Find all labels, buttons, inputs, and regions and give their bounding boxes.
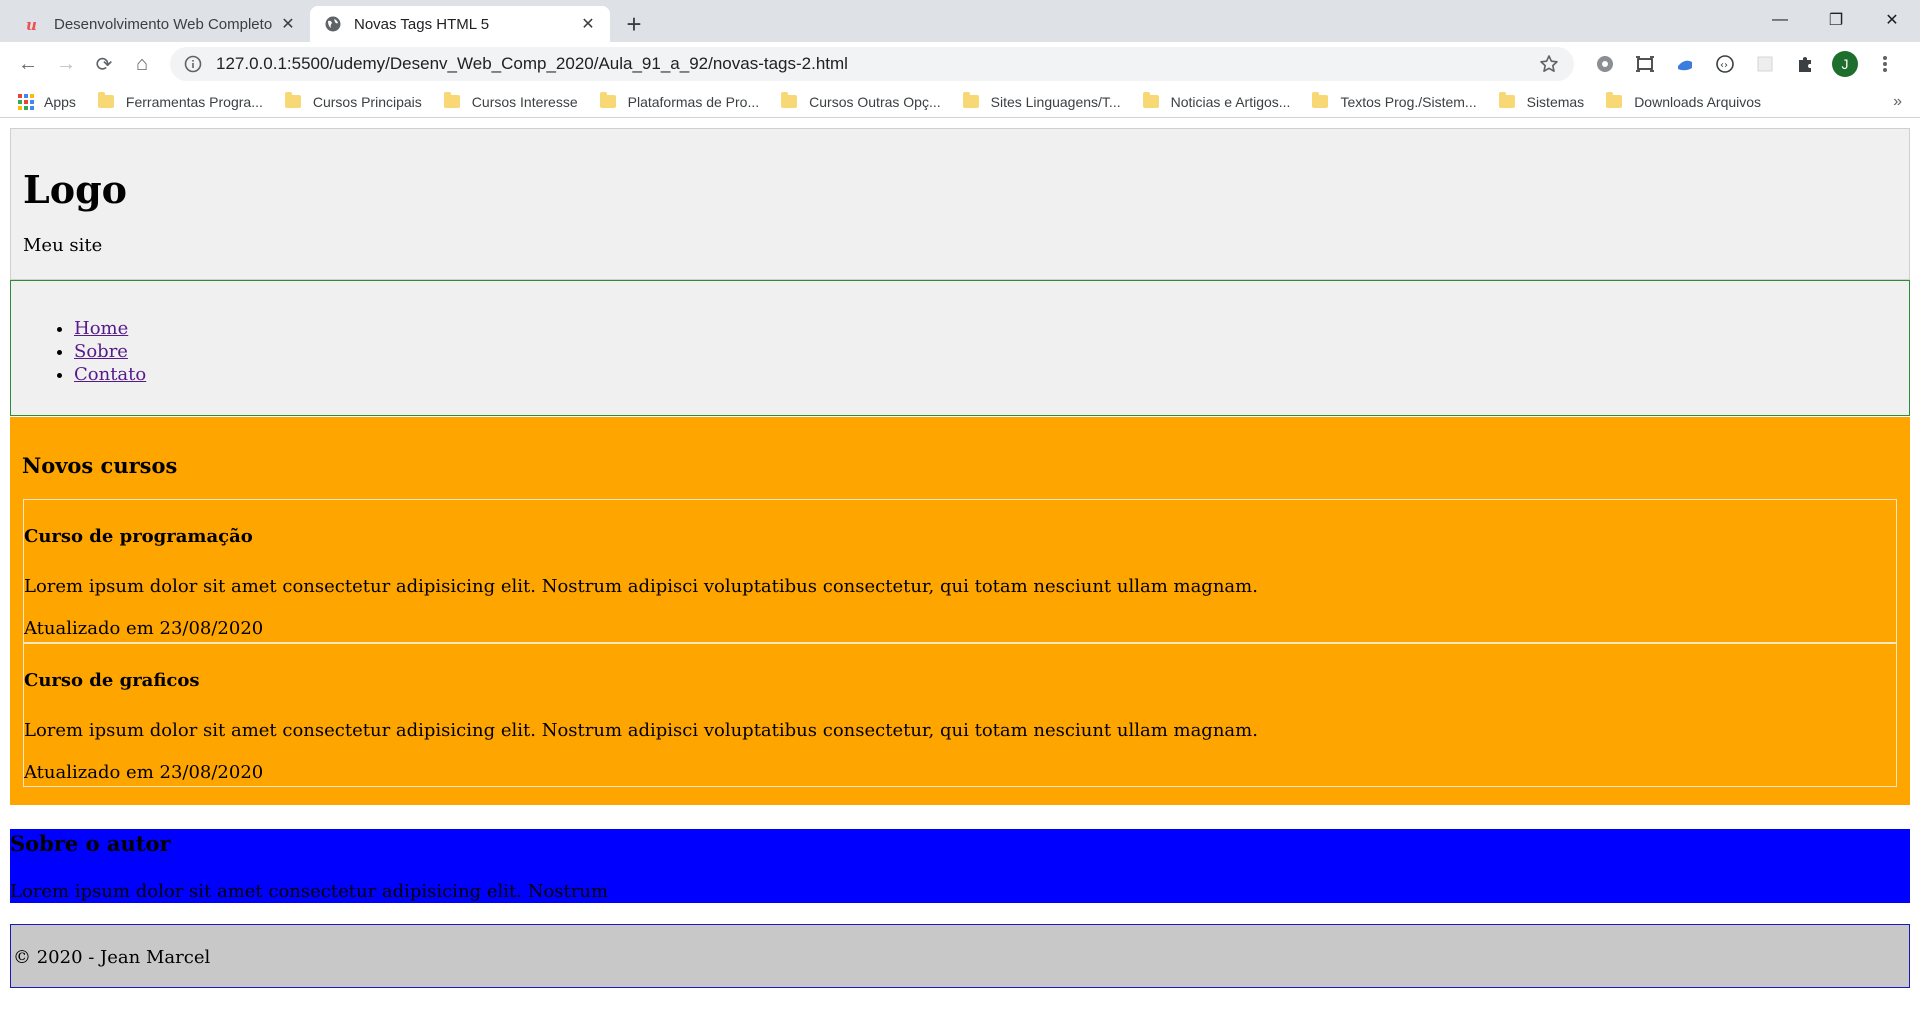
- close-window-button[interactable]: ✕: [1864, 0, 1920, 40]
- browser-toolbar: ← → ⟳ ⌂ ‹›: [0, 42, 1920, 86]
- menu-kebab-icon[interactable]: [1868, 47, 1902, 81]
- bookmark-label: Sites Linguagens/T...: [990, 93, 1121, 110]
- site-header: Logo Meu site: [10, 128, 1910, 280]
- minimize-button[interactable]: —: [1752, 0, 1808, 40]
- address-bar[interactable]: [170, 47, 1574, 81]
- avatar: J: [1832, 51, 1858, 77]
- nav-link-contato[interactable]: Contato: [74, 364, 146, 385]
- bookmarks-bar: Apps Ferramentas Progra... Cursos Princi…: [0, 86, 1920, 118]
- bookmark-folder[interactable]: Cursos Outras Opç...: [781, 92, 941, 110]
- bookmark-label: Cursos Principais: [312, 93, 422, 110]
- nav-link-sobre[interactable]: Sobre: [74, 341, 128, 362]
- settings-extension-icon[interactable]: [1588, 47, 1622, 81]
- close-tab-icon[interactable]: ✕: [578, 14, 598, 34]
- globe-icon: [324, 15, 342, 33]
- folder-icon: [1498, 92, 1515, 108]
- tool-extension-icon[interactable]: [1668, 47, 1702, 81]
- puzzle-extensions-icon[interactable]: [1788, 47, 1822, 81]
- folder-icon: [962, 92, 979, 108]
- bookmark-label: Cursos Outras Opç...: [809, 93, 941, 110]
- site-footer: © 2020 - Jean Marcel: [10, 924, 1910, 988]
- window-controls: — ❐ ✕: [1752, 0, 1920, 40]
- course-title: Curso de graficos: [24, 670, 200, 691]
- tab-strip: u Desenvolvimento Web Completo ✕ Novas T…: [0, 0, 1920, 42]
- folder-icon: [1312, 92, 1329, 108]
- tab-desenvolvimento-web[interactable]: u Desenvolvimento Web Completo ✕: [10, 6, 310, 42]
- bookmark-label: Plataformas de Pro...: [627, 93, 760, 110]
- site-nav: Home Sobre Contato: [10, 280, 1910, 416]
- bookmark-folder[interactable]: Noticias e Artigos...: [1142, 92, 1291, 110]
- svg-text:u: u: [26, 16, 37, 33]
- folder-icon: [284, 92, 301, 108]
- udemy-icon: u: [24, 15, 42, 33]
- tab-novas-tags[interactable]: Novas Tags HTML 5 ✕: [310, 6, 610, 42]
- bookmark-label: Cursos Interesse: [471, 93, 578, 110]
- bookmark-folder[interactable]: Sites Linguagens/T...: [962, 92, 1121, 110]
- reload-button[interactable]: ⟳: [86, 46, 122, 82]
- bookmark-label: Downloads Arquivos: [1634, 93, 1762, 110]
- folder-icon: [599, 92, 616, 108]
- author-text: Lorem ipsum dolor sit amet consectetur a…: [10, 881, 609, 902]
- course-article: Curso de programação Lorem ipsum dolor s…: [23, 499, 1897, 643]
- bookmark-folder[interactable]: Plataformas de Pro...: [599, 92, 760, 110]
- bookmark-folder[interactable]: Cursos Principais: [284, 92, 422, 110]
- bookmarks-overflow-button[interactable]: »: [1893, 93, 1902, 111]
- bookmark-label: Textos Prog./Sistem...: [1340, 93, 1477, 110]
- tab-label: Novas Tags HTML 5: [354, 15, 490, 33]
- bookmark-label: Sistemas: [1526, 93, 1585, 110]
- page-viewport: Logo Meu site Home Sobre Contato Novos c…: [0, 118, 1920, 1018]
- nav-link-home[interactable]: Home: [74, 318, 128, 339]
- folder-icon: [1142, 92, 1159, 108]
- bookmark-folder[interactable]: Ferramentas Progra...: [97, 92, 263, 110]
- author-aside: Sobre o autor Lorem ipsum dolor sit amet…: [10, 829, 1910, 903]
- browser-chrome: u Desenvolvimento Web Completo ✕ Novas T…: [0, 0, 1920, 118]
- nav-item-sobre: Sobre: [74, 340, 1909, 363]
- close-tab-icon[interactable]: ✕: [278, 14, 298, 34]
- bookmark-folder[interactable]: Downloads Arquivos: [1606, 92, 1762, 110]
- bookmark-label: Apps: [44, 93, 76, 110]
- nav-item-home: Home: [74, 317, 1909, 340]
- bookmark-star-icon[interactable]: [1538, 53, 1560, 75]
- blank-extension-icon[interactable]: [1748, 47, 1782, 81]
- folder-icon: [97, 92, 114, 108]
- bookmark-apps[interactable]: Apps: [18, 93, 76, 110]
- course-title: Curso de programação: [24, 526, 253, 547]
- course-description: Lorem ipsum dolor sit amet consectetur a…: [24, 576, 1258, 597]
- apps-grid-icon: [18, 93, 34, 110]
- bookmark-folder[interactable]: Sistemas: [1498, 92, 1585, 110]
- nav-item-contato: Contato: [74, 363, 1909, 386]
- folder-icon: [443, 92, 460, 108]
- site-logo: Logo: [23, 167, 127, 212]
- course-article: Curso de graficos Lorem ipsum dolor sit …: [23, 643, 1897, 787]
- url-input[interactable]: [216, 54, 1538, 74]
- forward-button[interactable]: →: [48, 46, 84, 82]
- courses-section: Novos cursos Curso de programação Lorem …: [10, 417, 1910, 805]
- info-icon[interactable]: [184, 55, 202, 73]
- profile-avatar[interactable]: J: [1828, 47, 1862, 81]
- courses-title: Novos cursos: [22, 453, 178, 478]
- restore-button[interactable]: ❐: [1808, 0, 1864, 40]
- svg-text:‹›: ‹›: [1720, 60, 1728, 71]
- folder-icon: [1606, 92, 1623, 108]
- folder-icon: [781, 92, 798, 108]
- author-title: Sobre o autor: [10, 831, 171, 856]
- screenshot-extension-icon[interactable]: [1628, 47, 1662, 81]
- course-updated: Atualizado em 23/08/2020: [24, 762, 264, 783]
- footer-text: © 2020 - Jean Marcel: [13, 947, 211, 968]
- course-updated: Atualizado em 23/08/2020: [24, 618, 264, 639]
- site-tagline: Meu site: [23, 235, 103, 256]
- bookmark-folder[interactable]: Textos Prog./Sistem...: [1312, 92, 1477, 110]
- course-description: Lorem ipsum dolor sit amet consectetur a…: [24, 720, 1258, 741]
- back-button[interactable]: ←: [10, 46, 46, 82]
- new-tab-button[interactable]: +: [616, 6, 652, 42]
- bookmark-label: Noticias e Artigos...: [1170, 93, 1291, 110]
- nav-list: Home Sobre Contato: [11, 317, 1909, 386]
- tab-label: Desenvolvimento Web Completo: [54, 15, 273, 33]
- home-button[interactable]: ⌂: [124, 46, 160, 82]
- extensions-area: ‹› J: [1588, 47, 1908, 81]
- bookmark-folder[interactable]: Cursos Interesse: [443, 92, 578, 110]
- code-extension-icon[interactable]: ‹›: [1708, 47, 1742, 81]
- bookmark-label: Ferramentas Progra...: [125, 93, 263, 110]
